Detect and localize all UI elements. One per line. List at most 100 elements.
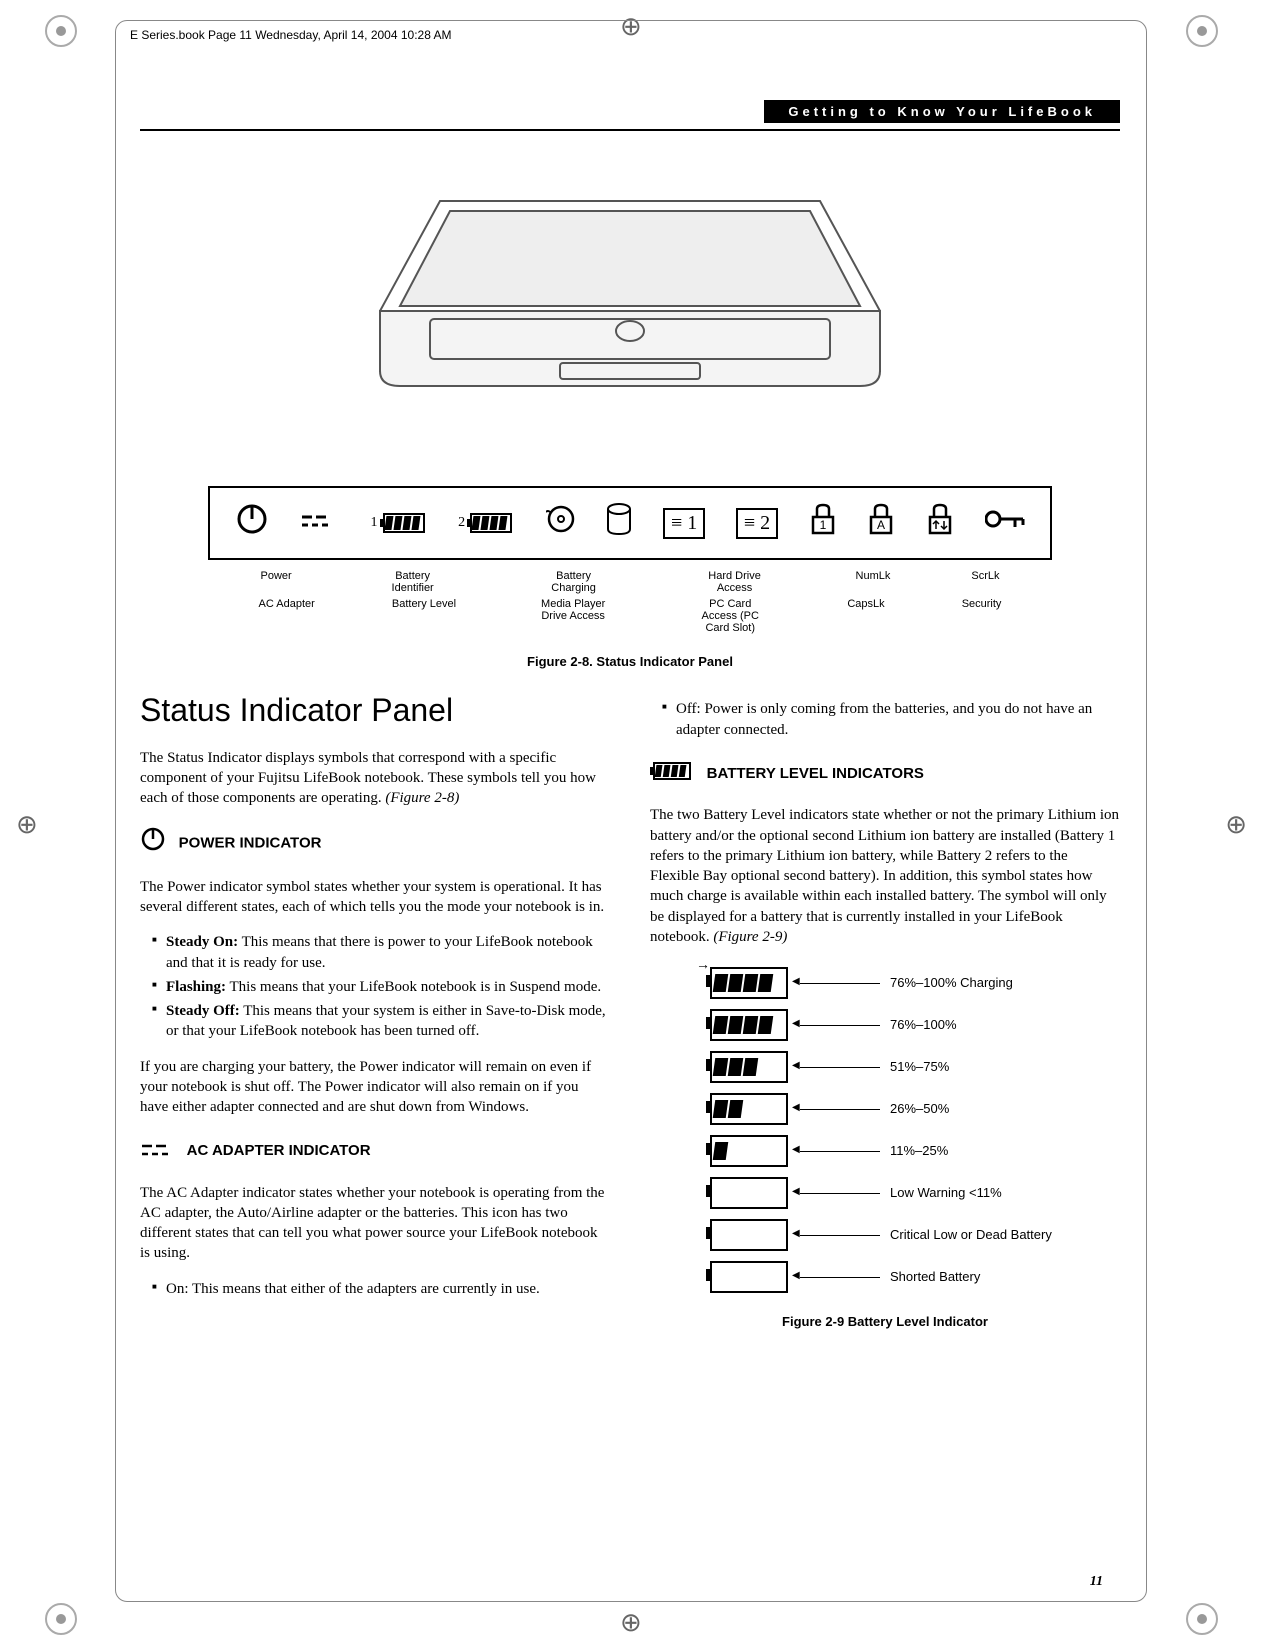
page-title: Status Indicator Panel	[140, 689, 610, 732]
reg-mark-tr	[1186, 15, 1218, 47]
arrow-leader	[800, 1067, 880, 1068]
section-header-title: Getting to Know Your LifeBook	[764, 100, 1120, 123]
section-header-bar: Getting to Know Your LifeBook	[140, 100, 1120, 123]
ac-item-off: Off: Power is only coming from the batte…	[662, 699, 1120, 740]
pc-card-2-icon: ≡ 2	[736, 508, 778, 539]
header-rule	[140, 129, 1120, 131]
ac-item-on: On: This means that either of the adapte…	[152, 1279, 610, 1299]
crop-mark-right: ⊕	[1225, 810, 1247, 840]
battery-row-2: 51%–75%	[710, 1051, 1120, 1083]
battery-level-icon	[710, 1051, 788, 1083]
ac-adapter-icon-inline	[140, 1137, 181, 1164]
label-power: Power	[260, 570, 291, 594]
reg-mark-br	[1186, 1603, 1218, 1635]
batt-body-text: The two Battery Level indicators state w…	[650, 807, 1119, 945]
left-column: Status Indicator Panel The Status Indica…	[140, 689, 610, 1350]
arrow-leader	[800, 1109, 880, 1110]
ac-list: On: This means that either of the adapte…	[140, 1279, 610, 1299]
crop-mark-left: ⊕	[16, 810, 38, 840]
arrow-leader	[800, 1277, 880, 1278]
figure-2-8: 1 2 ≡ 1 ≡ 2 1 A	[140, 161, 1120, 669]
battery-row-label: 11%–25%	[890, 1142, 948, 1160]
label-pc-card: PC Card Access (PC Card Slot)	[690, 598, 770, 634]
media-player-icon	[546, 504, 576, 542]
security-icon	[985, 507, 1025, 539]
battery-row-5: Low Warning <11%	[710, 1177, 1120, 1209]
battery-row-label: 76%–100% Charging	[890, 974, 1013, 992]
power-item-steady-off: Steady Off: This means that your system …	[152, 1001, 610, 1042]
battery-level-heading: BATTERY LEVEL INDICATORS	[650, 758, 1120, 790]
battery-level-icon: →	[710, 967, 788, 999]
battery-row-label: 26%–50%	[890, 1100, 949, 1118]
battery-icon-inline	[650, 760, 701, 787]
arrow-leader	[800, 1193, 880, 1194]
power-item-0-b: Steady On:	[166, 934, 238, 950]
battery-row-3: 26%–50%	[710, 1093, 1120, 1125]
figure-2-8-caption: Figure 2-8. Status Indicator Panel	[140, 654, 1120, 669]
label-hard-drive: Hard Drive Access	[695, 570, 775, 594]
battery-level-icon	[710, 1219, 788, 1251]
label-security: Security	[962, 598, 1002, 634]
battery-row-7: Shorted Battery	[710, 1261, 1120, 1293]
label-battery-level: Battery Level	[392, 598, 456, 634]
power-item-1-t: This means that your LifeBook notebook i…	[226, 979, 601, 995]
ac-list-cont: Off: Power is only coming from the batte…	[650, 699, 1120, 740]
icon-labels-row1: Power Battery Identifier Battery Chargin…	[220, 570, 1040, 594]
batt-body: The two Battery Level indicators state w…	[650, 805, 1120, 947]
batt-ref: (Figure 2-9)	[713, 929, 787, 945]
battery-row-label: Shorted Battery	[890, 1268, 980, 1286]
hard-drive-icon	[606, 503, 632, 543]
pc-card-1-icon: ≡ 1	[663, 508, 705, 539]
battery-2-icon: 2	[458, 512, 515, 534]
battery-row-label: 51%–75%	[890, 1058, 949, 1076]
scrlk-icon	[926, 503, 954, 543]
label-numlk: NumLk	[856, 570, 891, 594]
battery-level-icon	[710, 1135, 788, 1167]
reg-mark-bl	[45, 1603, 77, 1635]
power-item-flashing: Flashing: This means that your LifeBook …	[152, 977, 610, 997]
arrow-leader	[800, 1235, 880, 1236]
svg-text:1: 1	[819, 518, 826, 532]
power-body: The Power indicator symbol states whethe…	[140, 877, 610, 918]
battery-row-label: 76%–100%	[890, 1016, 957, 1034]
right-column: Off: Power is only coming from the batte…	[650, 689, 1120, 1350]
label-scrlk: ScrLk	[971, 570, 999, 594]
power-icon-inline	[140, 831, 173, 858]
label-media-player: Media Player Drive Access	[533, 598, 613, 634]
power-item-1-b: Flashing:	[166, 979, 226, 995]
page-meta-line: E Series.book Page 11 Wednesday, April 1…	[130, 28, 452, 42]
ac-body: The AC Adapter indicator states whether …	[140, 1183, 610, 1264]
power-head-text: POWER INDICATOR	[179, 835, 322, 852]
battery-row-4: 11%–25%	[710, 1135, 1120, 1167]
ac-head-text: AC ADAPTER INDICATOR	[187, 1142, 371, 1159]
numlk-icon: 1	[809, 503, 837, 543]
capslk-icon: A	[867, 503, 895, 543]
figure-2-9-caption: Figure 2-9 Battery Level Indicator	[650, 1313, 1120, 1331]
battery-1-icon: 1	[371, 512, 428, 534]
battery-row-label: Low Warning <11%	[890, 1184, 1002, 1202]
power-indicator-heading: POWER INDICATOR	[140, 826, 610, 861]
battery-row-label: Critical Low or Dead Battery	[890, 1226, 1052, 1244]
arrow-leader	[800, 983, 880, 984]
laptop-illustration	[320, 161, 940, 481]
arrow-leader	[800, 1151, 880, 1152]
power-icon	[235, 502, 269, 544]
power-tail: If you are charging your battery, the Po…	[140, 1057, 610, 1118]
status-icon-strip: 1 2 ≡ 1 ≡ 2 1 A	[208, 486, 1052, 560]
batt-head-text: BATTERY LEVEL INDICATORS	[707, 765, 924, 782]
battery-row-1: 76%–100%	[710, 1009, 1120, 1041]
battery-level-icon	[710, 1009, 788, 1041]
battery-level-icon	[710, 1177, 788, 1209]
label-capslk: CapsLk	[847, 598, 884, 634]
ac-adapter-icon	[300, 507, 340, 539]
battery-row-6: Critical Low or Dead Battery	[710, 1219, 1120, 1251]
label-battery-charging: Battery Charging	[534, 570, 614, 594]
svg-text:A: A	[877, 518, 885, 532]
battery-level-icon	[710, 1093, 788, 1125]
power-item-steady-on: Steady On: This means that there is powe…	[152, 932, 610, 973]
battery-level-icon	[710, 1261, 788, 1293]
power-list: Steady On: This means that there is powe…	[140, 932, 610, 1041]
battery-row-0: → 76%–100% Charging	[710, 967, 1120, 999]
figure-2-9-chart: → 76%–100% Charging 76%–100% 51%–75% 26%–50%…	[710, 967, 1120, 1293]
intro-paragraph: The Status Indicator displays symbols th…	[140, 748, 610, 809]
